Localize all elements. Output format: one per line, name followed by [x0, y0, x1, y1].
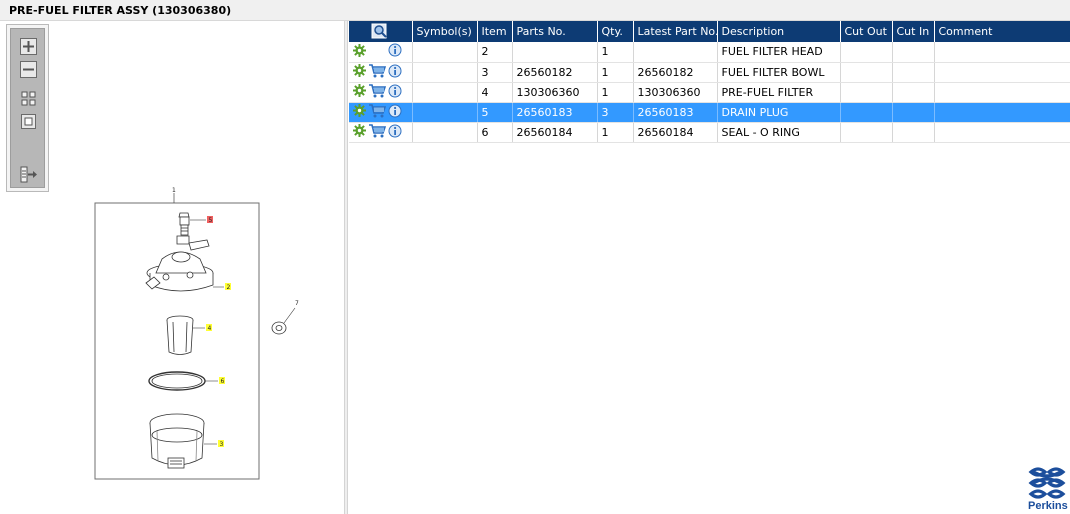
symbols-cell	[412, 82, 478, 103]
cut-out-cell	[840, 42, 893, 63]
row-actions	[349, 122, 413, 143]
cut-out-cell	[840, 102, 893, 123]
comment-cell	[934, 102, 1070, 123]
callout-1: 1	[172, 187, 176, 194]
column-header-qty[interactable]: Qty.	[597, 21, 634, 42]
column-header-latest-part-no[interactable]: Latest Part No.	[633, 21, 718, 42]
item-cell: 2	[477, 42, 513, 63]
window-title-bar: PRE-FUEL FILTER ASSY (130306380)	[0, 0, 1070, 21]
item-cell: 3	[477, 62, 513, 83]
item-cell: 5	[477, 102, 513, 123]
cut-in-cell	[892, 42, 935, 63]
qty-cell: 1	[597, 122, 634, 143]
info-icon[interactable]	[388, 43, 402, 60]
cut-out-cell	[840, 122, 893, 143]
description-cell: FUEL FILTER BOWL	[717, 62, 841, 83]
gear-icon[interactable]	[353, 64, 366, 80]
table-row[interactable]: 3 26560182 1 26560182 FUEL FILTER BOWL	[349, 62, 1070, 83]
callout-7[interactable]: 7	[295, 300, 299, 307]
pane-splitter[interactable]	[344, 21, 348, 514]
description-cell: PRE-FUEL FILTER	[717, 82, 841, 103]
row-actions	[349, 82, 413, 103]
latest-part-no-cell: 26560183	[633, 102, 718, 123]
symbols-cell	[412, 102, 478, 123]
symbols-cell	[412, 62, 478, 83]
qty-cell: 1	[597, 62, 634, 83]
brand-name: Perkins	[1028, 500, 1068, 512]
parts-no-cell: 26560184	[512, 122, 598, 143]
callout-6[interactable]: 6	[221, 378, 225, 385]
comment-cell	[934, 82, 1070, 103]
parts-table: Symbol(s) Item Parts No. Qty. Latest Par…	[349, 21, 1070, 143]
cut-in-cell	[892, 62, 935, 83]
cut-out-cell	[840, 62, 893, 83]
description-cell: SEAL - O RING	[717, 122, 841, 143]
qty-cell: 1	[597, 42, 634, 63]
row-actions	[349, 102, 413, 123]
callout-4[interactable]: 4	[208, 325, 212, 332]
gear-icon[interactable]	[353, 43, 366, 60]
table-row[interactable]: 2 1 FUEL FILTER HEAD	[349, 42, 1070, 63]
column-header-item[interactable]: Item	[477, 21, 513, 42]
symbols-cell	[412, 42, 478, 63]
column-header-cut-out[interactable]: Cut Out	[840, 21, 893, 42]
column-header-symbols[interactable]: Symbol(s)	[412, 21, 478, 42]
row-actions	[349, 42, 413, 63]
column-header-description[interactable]: Description	[717, 21, 841, 42]
window-title: PRE-FUEL FILTER ASSY (130306380)	[9, 4, 232, 17]
gear-icon[interactable]	[353, 124, 366, 140]
column-header-search[interactable]	[349, 21, 413, 42]
table-row[interactable]: 5 26560183 3 26560183 DRAIN PLUG	[349, 102, 1070, 123]
info-icon[interactable]	[388, 64, 402, 81]
qty-cell: 3	[597, 102, 634, 123]
latest-part-no-cell	[633, 42, 718, 63]
cart-icon[interactable]	[368, 63, 387, 81]
comment-cell	[934, 122, 1070, 143]
comment-cell	[934, 42, 1070, 63]
description-cell: DRAIN PLUG	[717, 102, 841, 123]
gear-icon[interactable]	[353, 104, 366, 120]
column-header-comment[interactable]: Comment	[934, 21, 1070, 42]
cart-icon[interactable]	[368, 83, 387, 101]
latest-part-no-cell: 26560184	[633, 122, 718, 143]
table-row[interactable]: 4 130306360 1 130306360 PRE-FUEL FILTER	[349, 82, 1070, 103]
latest-part-no-cell: 130306360	[633, 82, 718, 103]
callout-5[interactable]: 5	[209, 217, 213, 224]
table-row[interactable]: 6 26560184 1 26560184 SEAL - O RING	[349, 122, 1070, 143]
diagram-pane: 1 5 2 4 6 3 7	[0, 21, 344, 514]
parts-no-cell	[512, 42, 598, 63]
parts-no-cell: 26560183	[512, 102, 598, 123]
parts-no-cell: 130306360	[512, 82, 598, 103]
comment-cell	[934, 62, 1070, 83]
info-icon[interactable]	[388, 104, 402, 121]
exploded-view-drawing[interactable]: 1 5 2 4 6 3 7	[0, 21, 344, 514]
cart-icon[interactable]	[368, 103, 387, 121]
item-cell: 6	[477, 122, 513, 143]
callout-2[interactable]: 2	[227, 284, 231, 291]
gear-icon[interactable]	[353, 84, 366, 100]
cut-in-cell	[892, 122, 935, 143]
cut-in-cell	[892, 82, 935, 103]
description-cell: FUEL FILTER HEAD	[717, 42, 841, 63]
item-cell: 4	[477, 82, 513, 103]
row-actions	[349, 62, 413, 83]
info-icon[interactable]	[388, 124, 402, 141]
qty-cell: 1	[597, 82, 634, 103]
column-header-parts-no[interactable]: Parts No.	[512, 21, 598, 42]
symbols-cell	[412, 122, 478, 143]
cut-out-cell	[840, 82, 893, 103]
table-header-row: Symbol(s) Item Parts No. Qty. Latest Par…	[349, 21, 1070, 42]
latest-part-no-cell: 26560182	[633, 62, 718, 83]
parts-list-pane: Symbol(s) Item Parts No. Qty. Latest Par…	[349, 21, 1070, 514]
cut-in-cell	[892, 102, 935, 123]
search-icon	[371, 23, 387, 39]
info-icon[interactable]	[388, 84, 402, 101]
column-header-cut-in[interactable]: Cut In	[892, 21, 935, 42]
cart-icon[interactable]	[368, 123, 387, 141]
parts-no-cell: 26560182	[512, 62, 598, 83]
callout-3[interactable]: 3	[220, 441, 224, 448]
